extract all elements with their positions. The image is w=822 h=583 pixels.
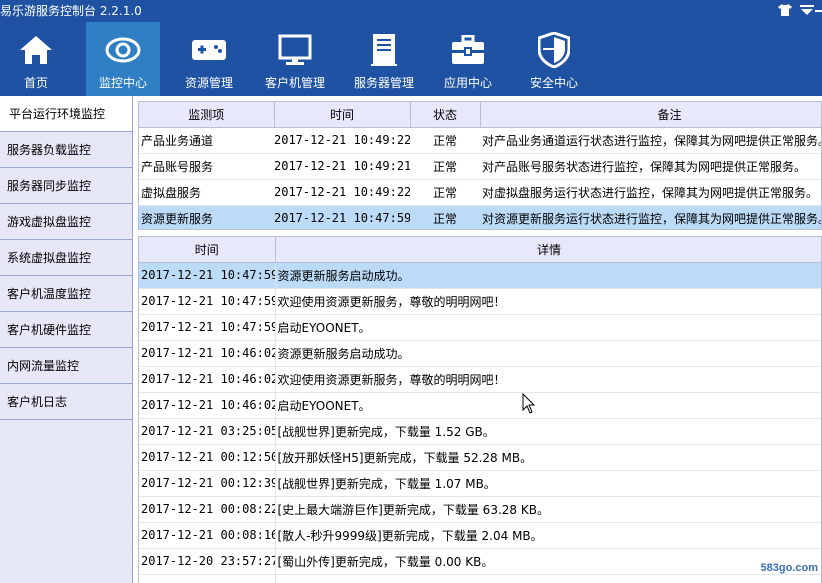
column-header-status[interactable]: 状态 (410, 102, 481, 128)
table-row-selected[interactable]: 资源更新服务 2017-12-21 10:47:59 正常 对资源更新服务运行状… (139, 205, 821, 229)
sidebar: 平台运行环境监控 服务器负载监控 服务器同步监控 游戏虚拟盘监控 系统虚拟盘监控… (0, 96, 133, 583)
nav-server-management[interactable]: 服务器管理 (344, 22, 424, 96)
monitor-table: 监测项 时间 状态 备注 产品业务通道 2017-12-21 10:49:22 … (138, 101, 822, 230)
mouse-cursor-icon (522, 393, 536, 414)
log-row[interactable]: 2017-12-21 10:46:02 欢迎使用资源更新服务，尊敬的明明网吧！ (139, 366, 821, 393)
nav-resource-management[interactable]: 资源管理 (172, 22, 246, 96)
sidebar-item-client-temp-monitor[interactable]: 客户机温度监控 (0, 276, 132, 312)
eye-icon (103, 30, 143, 70)
nav-home[interactable]: 首页 (0, 22, 72, 96)
log-row[interactable]: 2017-12-21 00:08:16 [散人-秒升9999级]更新完成，下载量 … (139, 522, 821, 549)
table-row[interactable]: 产品账号服务 2017-12-21 10:49:21 正常 对产品账号服务状态进… (139, 153, 821, 180)
top-bar: 易乐游服务控制台 2.2.1.0 首页 监控中心 资源管理 客户机管理 服务器管… (0, 0, 822, 96)
minimize-icon[interactable] (814, 2, 822, 18)
sidebar-item-server-sync-monitor[interactable]: 服务器同步监控 (0, 168, 132, 204)
column-header-time[interactable]: 时间 (274, 102, 411, 128)
sidebar-item-lan-traffic-monitor[interactable]: 内网流量监控 (0, 348, 132, 384)
log-table: 时间 详情 2017-12-21 10:47:59 资源更新服务启动成功。 201… (138, 236, 822, 583)
sidebar-item-game-vdisk-monitor[interactable]: 游戏虚拟盘监控 (0, 204, 132, 240)
log-row-selected[interactable]: 2017-12-21 10:47:59 资源更新服务启动成功。 (139, 262, 821, 289)
sidebar-item-server-load-monitor[interactable]: 服务器负载监控 (0, 132, 132, 168)
nav-client-management[interactable]: 客户机管理 (258, 22, 332, 96)
log-row[interactable] (139, 574, 821, 583)
server-icon (364, 30, 404, 70)
table-row[interactable]: 产品业务通道 2017-12-21 10:49:22 正常 对产品业务通道运行状… (139, 127, 821, 154)
nav-monitor-center[interactable]: 监控中心 (86, 22, 160, 96)
main-nav: 首页 监控中心 资源管理 客户机管理 服务器管理 应用中心 安全中心 (0, 22, 822, 96)
log-row[interactable]: 2017-12-21 00:12:50 [放开那妖怪H5]更新完成，下载量 52.… (139, 444, 821, 471)
column-header-log-detail[interactable]: 详情 (275, 237, 821, 263)
sidebar-item-client-log[interactable]: 客户机日志 (0, 384, 132, 420)
log-row[interactable]: 2017-12-21 10:46:02 启动EYOONET。 (139, 392, 821, 419)
sidebar-item-system-vdisk-monitor[interactable]: 系统虚拟盘监控 (0, 240, 132, 276)
toolbox-icon (448, 30, 488, 70)
nav-app-center[interactable]: 应用中心 (432, 22, 504, 96)
column-header-item[interactable]: 监测项 (139, 102, 275, 128)
nav-security-center[interactable]: 安全中心 (518, 22, 590, 96)
column-header-log-time[interactable]: 时间 (139, 237, 276, 263)
table-row[interactable]: 虚拟盘服务 2017-12-21 10:49:22 正常 对虚拟盘服务运行状态进… (139, 179, 821, 206)
column-header-note[interactable]: 备注 (480, 102, 821, 128)
gamepad-icon (189, 30, 229, 70)
title-bar: 易乐游服务控制台 2.2.1.0 (0, 0, 822, 20)
shirt-icon[interactable] (776, 2, 794, 18)
shield-icon (534, 30, 574, 70)
log-row[interactable]: 2017-12-21 10:46:02 资源更新服务启动成功。 (139, 340, 821, 367)
app-title: 易乐游服务控制台 2.2.1.0 (0, 4, 142, 18)
log-row[interactable]: 2017-12-21 00:12:39 [战舰世界]更新完成，下载量 1.07 M… (139, 470, 821, 497)
log-row[interactable]: 2017-12-21 10:47:59 欢迎使用资源更新服务，尊敬的明明网吧！ (139, 288, 821, 315)
home-icon (16, 30, 56, 70)
watermark: 583go.com (760, 562, 818, 574)
log-row[interactable]: 2017-12-21 10:47:59 启动EYOONET。 (139, 314, 821, 341)
sidebar-item-client-hardware-monitor[interactable]: 客户机硬件监控 (0, 312, 132, 348)
log-row[interactable]: 2017-12-21 00:08:22 [史上最大端游巨作]更新完成，下载量 63… (139, 496, 821, 523)
log-row[interactable]: 2017-12-21 03:25:05 [战舰世界]更新完成，下载量 1.52 G… (139, 418, 821, 445)
monitor-icon (275, 30, 315, 70)
sidebar-item-platform-env-monitor[interactable]: 平台运行环境监控 (0, 96, 132, 132)
log-row[interactable]: 2017-12-20 23:57:27 [蜀山外传]更新完成，下载量 0.00 K… (139, 548, 821, 575)
